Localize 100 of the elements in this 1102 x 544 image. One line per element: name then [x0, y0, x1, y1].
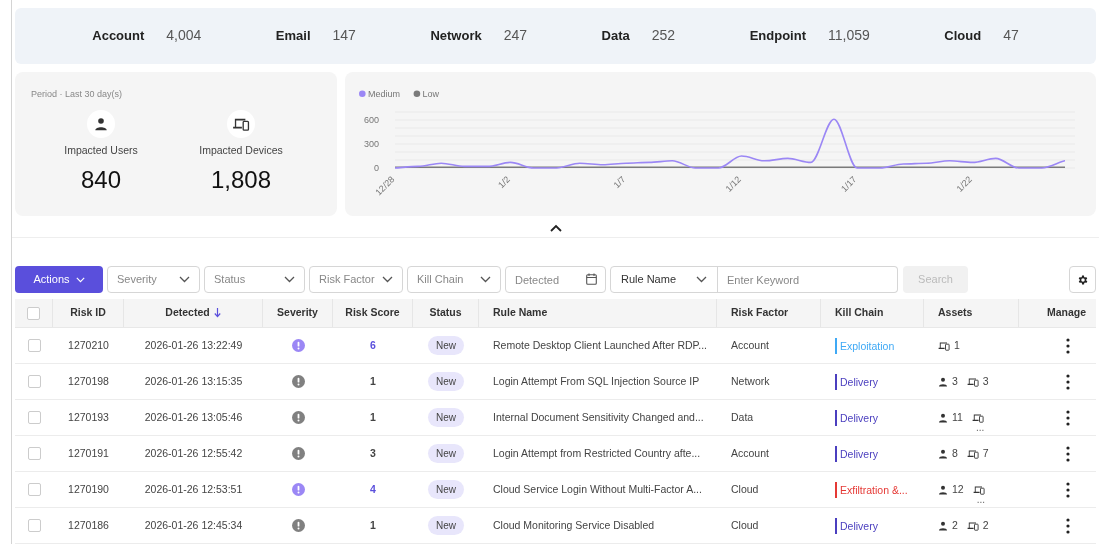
- checkbox[interactable]: [27, 306, 40, 320]
- filter-dropdown[interactable]: Risk Factor: [309, 266, 403, 293]
- risk-id: 1270210: [68, 337, 109, 353]
- risk-score: 6: [370, 337, 376, 353]
- risk-factor: Account: [731, 445, 769, 461]
- stat-value: 840: [80, 165, 121, 196]
- rule-name: Internal Document Sensitivity Changed and...: [493, 409, 704, 425]
- user-icon: [938, 484, 948, 495]
- status-badge: New: [428, 516, 464, 535]
- kill-chain-label: Exfiltration &...: [835, 481, 908, 498]
- detected-time: 2026-01-26 13:05:46: [144, 409, 243, 425]
- column-header[interactable]: Risk Factor: [731, 305, 789, 321]
- more-icon[interactable]: [1066, 409, 1070, 426]
- y-tick-label: 0: [374, 163, 379, 173]
- devices-icon: [938, 340, 950, 351]
- category-label: Data: [601, 27, 630, 46]
- filter-dropdown[interactable]: Status: [204, 266, 305, 293]
- detected-time: 2026-01-26 13:22:49: [144, 337, 243, 353]
- stat-label: Impacted Users: [64, 142, 138, 158]
- category-label: Account: [92, 27, 145, 46]
- detected-time: 2026-01-26 12:55:42: [144, 445, 243, 461]
- person-glyph-icon: [94, 116, 108, 131]
- status-badge: New: [428, 444, 464, 463]
- checkbox[interactable]: [27, 519, 41, 532]
- risk-score: 4: [370, 481, 376, 497]
- rule-name: Cloud Monitoring Service Disabled: [493, 517, 655, 533]
- category-label: Endpoint: [749, 27, 806, 46]
- checkbox[interactable]: [27, 483, 41, 496]
- status-badge: New: [428, 336, 464, 355]
- category-count: 147: [332, 25, 356, 45]
- risk-factor: Account: [731, 337, 769, 353]
- keyword-field[interactable]: Enter Keyword: [717, 266, 898, 293]
- more-icon[interactable]: [1066, 337, 1070, 354]
- checkbox[interactable]: [27, 339, 41, 352]
- device-count: 3: [982, 373, 989, 389]
- stat-value: 1,808: [210, 165, 272, 196]
- risk-score: 3: [370, 445, 376, 461]
- risk-id: 1270198: [68, 373, 109, 389]
- more-icon[interactable]: [1066, 445, 1070, 462]
- devices-glyph-icon: [232, 116, 250, 131]
- user-count: 3: [952, 373, 958, 389]
- devices-icon: [971, 412, 984, 423]
- category-count: 47: [1003, 25, 1019, 45]
- rule-dropdown[interactable]: Rule Name: [610, 266, 718, 293]
- checkbox[interactable]: [27, 447, 41, 460]
- kill-chain-label: Exploitation: [835, 337, 895, 354]
- risk-score: 1: [370, 517, 376, 533]
- date-field[interactable]: Detected: [505, 266, 606, 293]
- x-tick-label: 1/2: [496, 174, 512, 191]
- checkbox[interactable]: [27, 375, 41, 388]
- risk-score: 1: [370, 409, 376, 425]
- category-label: Network: [430, 27, 482, 46]
- category-count: 4,004: [166, 25, 202, 45]
- filter-dropdown[interactable]: Severity: [107, 266, 200, 293]
- chevron-down-icon: [382, 276, 393, 283]
- more-icon[interactable]: [1066, 481, 1070, 498]
- legend-label[interactable]: Low: [422, 89, 440, 99]
- user-count: 2: [952, 517, 958, 533]
- risk-factor: Network: [731, 373, 770, 389]
- rule-name: Login Attempt From SQL Injection Source IP: [493, 373, 700, 389]
- detected-time: 2026-01-26 12:53:51: [144, 481, 243, 497]
- user-count: 8: [952, 445, 958, 461]
- category-count: 11,059: [828, 25, 870, 45]
- chevron-down-icon: [179, 276, 190, 283]
- stat-label: Impacted Devices: [199, 142, 283, 158]
- column-header[interactable]: Detected: [165, 305, 210, 321]
- legend-label[interactable]: Medium: [368, 89, 400, 99]
- filter-dropdown[interactable]: Kill Chain: [407, 266, 501, 293]
- risk-factor: Cloud: [731, 481, 759, 497]
- rule-name: Login Attempt from Restricted Country afte...: [493, 445, 701, 461]
- risk-id: 1270191: [68, 445, 109, 461]
- settings-button[interactable]: [1069, 266, 1096, 293]
- column-header[interactable]: Risk ID: [70, 305, 106, 321]
- column-header[interactable]: Manage: [1046, 305, 1086, 321]
- column-header[interactable]: Rule Name: [493, 305, 548, 321]
- rule-name: Cloud Service Login Without Multi-Factor A...: [493, 481, 702, 497]
- more-icon[interactable]: [1066, 517, 1070, 534]
- device-count: ...: [975, 421, 985, 436]
- devices-icon: [972, 484, 985, 495]
- risk-score: 1: [370, 373, 376, 389]
- column-header[interactable]: Assets: [938, 305, 973, 321]
- sort-arrow-icon[interactable]: [213, 308, 221, 318]
- device-count: 7: [982, 445, 989, 461]
- collapse-icon[interactable]: [549, 223, 562, 232]
- settings-icon: [1076, 273, 1089, 286]
- period-label: Period · Last 30 day(s): [31, 88, 124, 101]
- actions-button[interactable]: Actions: [15, 266, 103, 293]
- detected-time: 2026-01-26 12:45:34: [144, 517, 243, 533]
- risk-id: 1270190: [68, 481, 109, 497]
- calendar-icon: [586, 273, 597, 285]
- column-header[interactable]: Risk Score: [345, 305, 400, 321]
- more-icon[interactable]: [1066, 373, 1070, 390]
- y-tick-label: 300: [363, 139, 379, 149]
- column-header[interactable]: Kill Chain: [835, 305, 884, 321]
- user-count: 12: [952, 481, 964, 497]
- user-icon: [938, 412, 948, 423]
- rule-name: Remote Desktop Client Launched After RDP...: [493, 337, 707, 353]
- column-header[interactable]: Status: [429, 305, 462, 321]
- column-header[interactable]: Severity: [277, 305, 318, 321]
- checkbox[interactable]: [27, 411, 41, 424]
